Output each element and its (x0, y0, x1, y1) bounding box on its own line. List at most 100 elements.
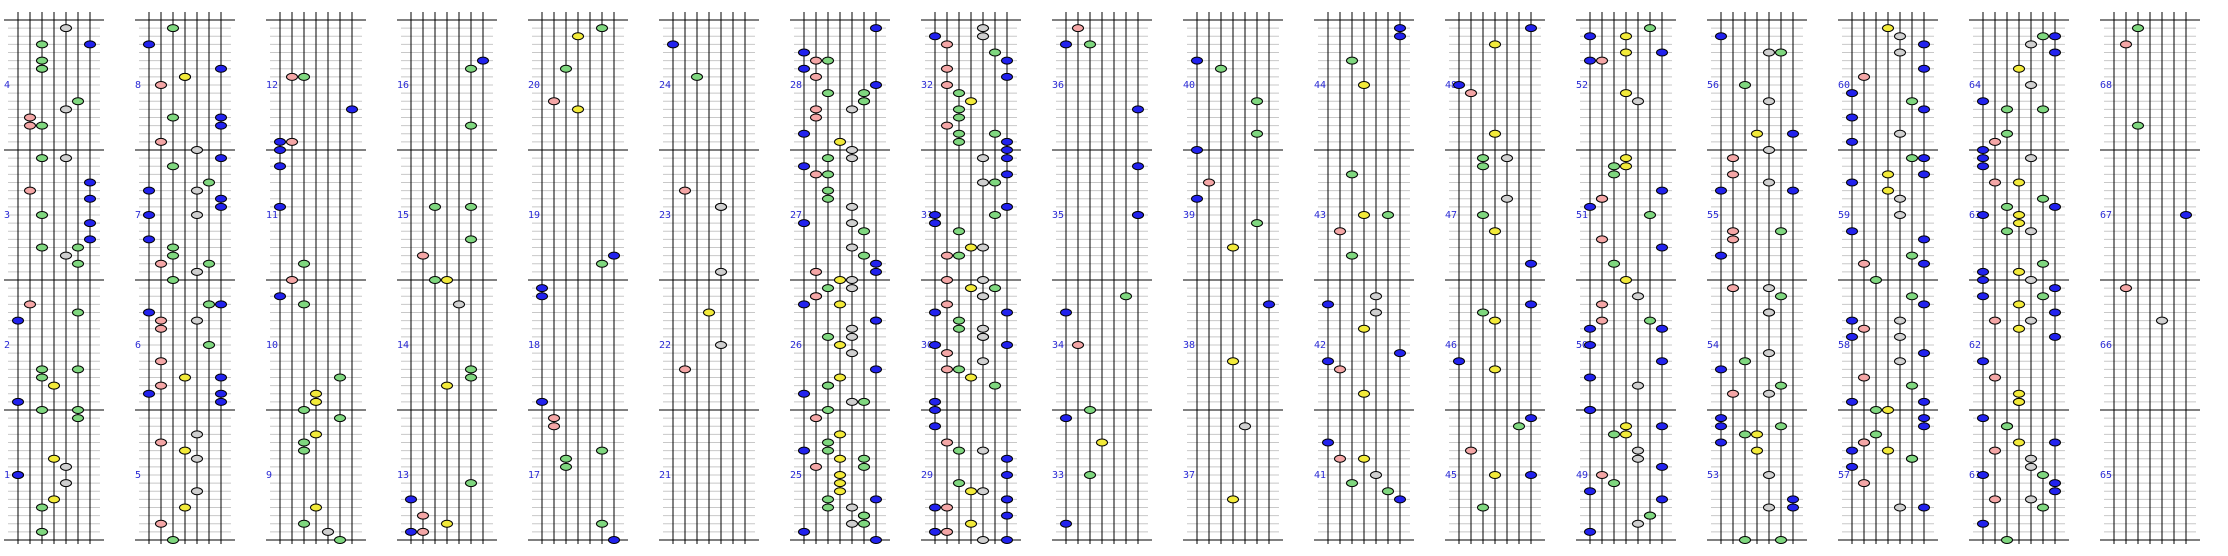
note (834, 479, 846, 488)
measure-number: 33 (1052, 470, 1064, 481)
note (1191, 194, 1203, 203)
note (798, 129, 810, 138)
note (1322, 300, 1334, 309)
note (1989, 373, 2001, 382)
note (989, 48, 1001, 57)
note (179, 446, 191, 455)
note (1977, 519, 1989, 528)
note (941, 365, 953, 374)
note (989, 129, 1001, 138)
note (846, 397, 858, 406)
note (1894, 503, 1906, 512)
note (1251, 129, 1263, 138)
measure-number: 39 (1183, 210, 1195, 221)
note (1977, 146, 1989, 154)
note (298, 300, 310, 309)
note (1584, 341, 1596, 349)
note (1596, 235, 1608, 244)
note (215, 64, 227, 73)
note (191, 454, 203, 463)
note (691, 72, 703, 81)
note (596, 519, 608, 528)
note (1906, 251, 1918, 260)
note (834, 430, 846, 439)
note (596, 24, 608, 33)
measure-number: 43 (1314, 210, 1326, 221)
note (417, 511, 429, 520)
note (24, 121, 36, 130)
note (1358, 81, 1370, 89)
note (1906, 292, 1918, 301)
note (1775, 381, 1787, 390)
measure-number: 13 (397, 470, 409, 481)
note (1394, 495, 1406, 504)
note (1918, 105, 1930, 114)
note (965, 97, 977, 106)
note (1132, 105, 1144, 114)
measure-number: 55 (1707, 210, 1719, 221)
note (858, 519, 870, 528)
note (941, 64, 953, 73)
note (1977, 267, 1989, 276)
note (1977, 211, 1989, 219)
note (215, 397, 227, 406)
note (1584, 487, 1596, 496)
note (143, 308, 155, 317)
note (1739, 357, 1751, 366)
note (274, 292, 286, 301)
note (822, 495, 834, 504)
note (2025, 227, 2037, 236)
note (48, 381, 60, 390)
note (1584, 56, 1596, 65)
note (1394, 32, 1406, 41)
measure-number: 29 (921, 470, 933, 481)
note (798, 300, 810, 309)
note (1382, 487, 1394, 496)
note (1370, 471, 1382, 479)
note (2025, 495, 2037, 504)
note (1727, 389, 1739, 398)
note (1001, 308, 1013, 317)
note (1906, 97, 1918, 106)
note (2013, 211, 2025, 219)
note (810, 56, 822, 65)
note (1918, 40, 1930, 49)
note (846, 332, 858, 341)
note (858, 454, 870, 463)
note (36, 64, 48, 73)
note (72, 97, 84, 106)
note (1513, 422, 1525, 431)
note (36, 56, 48, 65)
note (1656, 48, 1668, 57)
measure-number: 64 (1969, 80, 1981, 91)
note (465, 235, 477, 244)
note (143, 211, 155, 219)
note (36, 211, 48, 219)
note (191, 430, 203, 439)
note (1251, 219, 1263, 228)
measure-number: 1 (4, 470, 10, 481)
note (143, 389, 155, 398)
note (1620, 32, 1632, 41)
note (2049, 332, 2061, 341)
note (1001, 495, 1013, 504)
measure-number: 14 (397, 340, 409, 351)
note (2025, 316, 2037, 325)
note (822, 186, 834, 195)
note (1620, 162, 1632, 171)
note (1858, 438, 1870, 447)
note (36, 243, 48, 252)
measure-number: 19 (528, 210, 540, 221)
note (834, 487, 846, 496)
note (822, 284, 834, 293)
note (1656, 357, 1668, 366)
note (1525, 471, 1537, 479)
note (977, 357, 989, 366)
note (953, 89, 965, 98)
note (608, 251, 620, 260)
note (810, 292, 822, 301)
note (1977, 162, 1989, 171)
note (870, 81, 882, 89)
note (798, 48, 810, 57)
note (84, 235, 96, 244)
